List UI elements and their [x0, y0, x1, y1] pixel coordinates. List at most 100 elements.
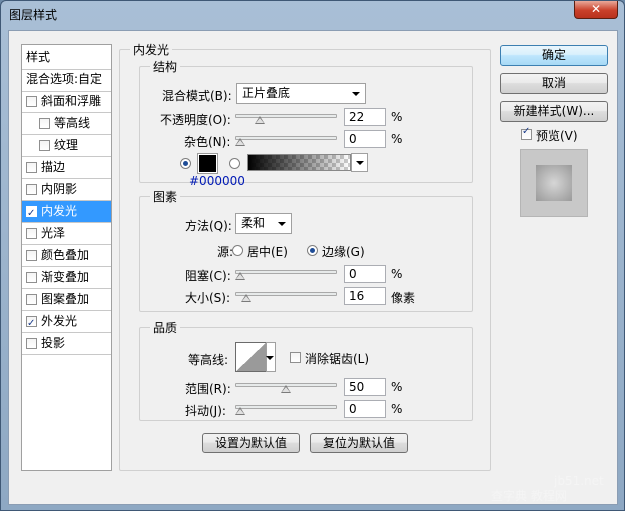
watermark-line1: jb51.net [554, 474, 604, 488]
structure-title: 结构 [153, 60, 178, 74]
glow-color-swatch[interactable] [197, 153, 218, 174]
style-item-checkbox[interactable] [26, 250, 37, 261]
jitter-input[interactable]: 0 [344, 400, 386, 418]
watermark-line2: 查字典 教程网 [491, 489, 567, 503]
technique-select[interactable]: 柔和 [235, 213, 292, 234]
blend-mode-select[interactable]: 正片叠底 [236, 83, 366, 104]
style-item-checkbox[interactable] [26, 313, 37, 334]
opacity-slider-thumb[interactable] [255, 116, 266, 124]
cancel-button[interactable]: 取消 [500, 73, 608, 94]
opacity-slider[interactable] [235, 114, 337, 118]
contour-dropdown[interactable] [266, 342, 276, 372]
style-item-3[interactable]: 描边 [22, 157, 111, 178]
jitter-unit: % [391, 402, 403, 416]
style-item-4[interactable]: 内阴影 [22, 179, 111, 200]
noise-slider[interactable] [235, 136, 337, 140]
style-item-checkbox[interactable] [26, 272, 37, 283]
style-item-label: 描边 [41, 160, 66, 174]
style-list: 样式 混合选项:自定 斜面和浮雕等高线纹理描边内阴影内发光光泽颜色叠加渐变叠加图… [21, 44, 112, 471]
style-item-checkbox[interactable] [26, 203, 37, 224]
range-slider-thumb[interactable] [281, 385, 291, 393]
gradient-swatch[interactable] [247, 154, 351, 171]
color-hex-label: #000000 [189, 174, 245, 188]
preview-label[interactable]: 预览(V) [536, 127, 578, 144]
new-style-button[interactable]: 新建样式(W)... [500, 101, 608, 122]
range-label: 范围(R): [185, 382, 231, 396]
choke-input[interactable]: 0 [344, 265, 386, 283]
range-input[interactable]: 50 [344, 378, 386, 396]
close-button[interactable]: ✕ [574, 1, 618, 19]
style-item-8[interactable]: 渐变叠加 [22, 267, 111, 288]
size-unit: 像素 [391, 291, 416, 305]
antialias-label[interactable]: 消除锯齿(L) [305, 350, 369, 367]
source-center-radio[interactable] [232, 245, 243, 256]
reset-default-button[interactable]: 复位为默认值 [310, 433, 408, 453]
style-item-0[interactable]: 斜面和浮雕 [22, 91, 111, 112]
style-item-6[interactable]: 光泽 [22, 223, 111, 244]
source-edge-label[interactable]: 边缘(G) [322, 243, 365, 260]
style-item-checkbox[interactable] [39, 118, 50, 129]
choke-slider[interactable] [235, 270, 337, 274]
jitter-label: 抖动(J): [185, 404, 226, 418]
gradient-dropdown[interactable] [351, 153, 368, 172]
source-edge-radio[interactable] [307, 245, 318, 256]
blend-mode-value: 正片叠底 [242, 86, 291, 100]
style-item-10[interactable]: 外发光 [22, 311, 111, 334]
style-item-checkbox[interactable] [26, 184, 37, 195]
chevron-down-icon [278, 222, 286, 226]
technique-value: 柔和 [241, 216, 266, 230]
range-unit: % [391, 380, 403, 394]
style-item-7[interactable]: 颜色叠加 [22, 245, 111, 266]
noise-unit: % [391, 132, 403, 146]
style-list-header[interactable]: 样式 [22, 47, 115, 68]
layer-style-dialog: 图层样式 ✕ 样式 混合选项:自定 斜面和浮雕等高线纹理描边内阴影内发光光泽颜色… [0, 0, 625, 511]
solid-color-radio[interactable] [180, 158, 191, 169]
dialog-body: 样式 混合选项:自定 斜面和浮雕等高线纹理描边内阴影内发光光泽颜色叠加渐变叠加图… [8, 30, 618, 505]
gradient-radio[interactable] [229, 158, 240, 169]
size-slider-thumb[interactable] [240, 294, 251, 302]
style-item-checkbox[interactable] [26, 294, 37, 305]
noise-input[interactable]: 0 [344, 130, 386, 148]
make-default-button[interactable]: 设置为默认值 [202, 433, 300, 453]
size-input[interactable]: 16 [344, 287, 386, 305]
ok-button[interactable]: 确定 [500, 45, 608, 66]
choke-slider-thumb[interactable] [235, 272, 245, 280]
elements-title: 图素 [153, 190, 178, 204]
source-center-label[interactable]: 居中(E) [247, 243, 288, 260]
style-item-checkbox[interactable] [39, 140, 50, 151]
style-item-label: 内发光 [41, 204, 78, 218]
opacity-input[interactable]: 22 [344, 108, 386, 126]
style-item-2[interactable]: 纹理 [22, 135, 111, 156]
style-item-checkbox[interactable] [26, 96, 37, 107]
title-bar[interactable]: 图层样式 ✕ [1, 1, 624, 28]
style-item-1[interactable]: 等高线 [22, 113, 111, 134]
technique-label: 方法(Q): [185, 219, 232, 233]
antialias-checkbox[interactable] [290, 352, 301, 363]
style-item-checkbox[interactable] [26, 338, 37, 349]
contour-preview[interactable] [235, 342, 267, 372]
style-item-checkbox[interactable] [26, 162, 37, 173]
style-item-label: 颜色叠加 [41, 248, 90, 262]
style-item-label: 投影 [41, 336, 66, 350]
choke-label: 阻塞(C): [185, 269, 231, 283]
panel-title: 内发光 [133, 43, 170, 57]
blend-options-item[interactable]: 混合选项:自定 [22, 69, 115, 90]
chevron-down-icon [352, 92, 360, 96]
size-label: 大小(S): [185, 291, 231, 305]
style-item-label: 纹理 [54, 138, 79, 152]
jitter-slider-thumb[interactable] [235, 407, 245, 415]
jitter-slider[interactable] [235, 405, 337, 409]
style-item-9[interactable]: 图案叠加 [22, 289, 111, 310]
noise-slider-thumb[interactable] [235, 138, 245, 146]
preview-checkbox[interactable] [521, 126, 532, 140]
quality-title: 品质 [153, 321, 178, 335]
source-label: 源: [217, 245, 234, 259]
chevron-down-icon [356, 161, 364, 165]
style-item-checkbox[interactable] [26, 228, 37, 239]
style-item-11[interactable]: 投影 [22, 333, 111, 354]
style-item-label: 外发光 [41, 314, 78, 328]
style-item-label: 等高线 [54, 116, 91, 130]
opacity-unit: % [391, 110, 403, 124]
style-item-5[interactable]: 内发光 [22, 201, 111, 224]
opacity-label: 不透明度(O): [160, 113, 231, 127]
